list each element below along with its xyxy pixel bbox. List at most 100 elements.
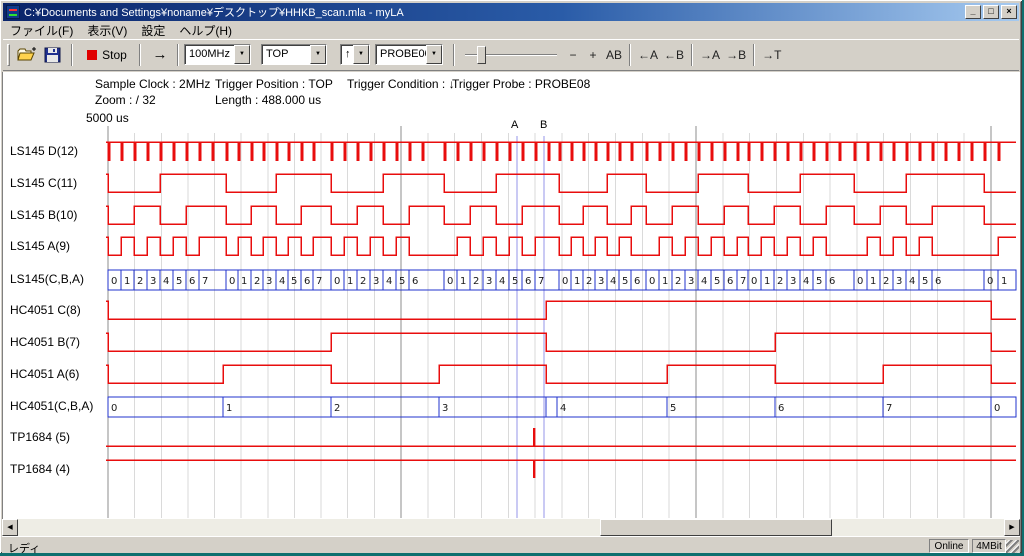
svg-text:3: 3 bbox=[486, 276, 492, 287]
svg-text:5: 5 bbox=[512, 276, 518, 287]
svg-text:7: 7 bbox=[538, 276, 544, 287]
trigger-position-select[interactable]: TOP ▼ bbox=[261, 44, 327, 65]
menu-item-3[interactable]: ヘルプ(H) bbox=[172, 21, 239, 40]
app-icon[interactable] bbox=[6, 5, 20, 19]
svg-text:3: 3 bbox=[442, 403, 448, 414]
svg-text:3: 3 bbox=[150, 276, 156, 287]
svg-text:4: 4 bbox=[701, 276, 707, 287]
chevron-down-icon[interactable]: ▼ bbox=[234, 45, 250, 64]
svg-text:5: 5 bbox=[922, 276, 928, 287]
menu-bar: ファイル(F)表示(V)設定ヘルプ(H) bbox=[3, 22, 1019, 39]
close-button[interactable]: × bbox=[1001, 5, 1017, 19]
zoom-slider bbox=[463, 44, 559, 66]
waveform-plot[interactable]: 0123456701234567012345601234567012345601… bbox=[3, 72, 1021, 519]
menu-item-2[interactable]: 設定 bbox=[134, 21, 172, 40]
zoom-control-+[interactable]: + bbox=[583, 44, 603, 66]
zoom-control-←B[interactable]: ←B bbox=[661, 44, 687, 66]
svg-text:4: 4 bbox=[163, 276, 169, 287]
svg-text:0: 0 bbox=[447, 276, 453, 287]
floppy-disk-icon bbox=[43, 47, 63, 63]
zoom-control-←A[interactable]: ←A bbox=[635, 44, 661, 66]
zoom-control-AB[interactable]: AB bbox=[603, 44, 625, 66]
window-title: C:¥Documents and Settings¥noname¥デスクトップ¥… bbox=[24, 4, 965, 20]
svg-text:4: 4 bbox=[386, 276, 392, 287]
right-arrow-icon: → bbox=[153, 46, 168, 63]
toolbar-separator bbox=[71, 44, 73, 66]
svg-text:1: 1 bbox=[241, 276, 247, 287]
svg-text:3: 3 bbox=[896, 276, 902, 287]
scroll-right-button[interactable]: ▶ bbox=[1004, 519, 1020, 536]
toolbar-grip[interactable] bbox=[7, 44, 10, 66]
svg-text:3: 3 bbox=[373, 276, 379, 287]
sample-rate-value: 100MHz bbox=[185, 45, 234, 64]
svg-text:6: 6 bbox=[304, 276, 310, 287]
svg-text:0: 0 bbox=[649, 276, 655, 287]
toolbar-separator bbox=[453, 44, 455, 66]
svg-text:1: 1 bbox=[226, 403, 232, 414]
svg-text:0: 0 bbox=[229, 276, 235, 287]
window-controls: _□× bbox=[965, 5, 1017, 19]
chevron-down-icon[interactable]: ▼ bbox=[353, 45, 369, 64]
open-file-button[interactable] bbox=[15, 43, 39, 66]
svg-text:2: 2 bbox=[675, 276, 681, 287]
svg-text:1: 1 bbox=[347, 276, 353, 287]
svg-text:3: 3 bbox=[266, 276, 272, 287]
svg-text:6: 6 bbox=[935, 276, 941, 287]
zoom-slider-thumb[interactable] bbox=[477, 46, 486, 64]
svg-text:5: 5 bbox=[291, 276, 297, 287]
zoom-control-→B[interactable]: →B bbox=[723, 44, 749, 66]
trigger-edge-select[interactable]: ↑ ▼ bbox=[340, 44, 370, 65]
status-online-badge: Online bbox=[929, 539, 969, 553]
zoom-button-group: −+AB ←A←B →A→B →T bbox=[563, 43, 784, 67]
svg-text:4: 4 bbox=[279, 276, 285, 287]
toolbar-separator bbox=[691, 44, 693, 66]
chevron-down-icon[interactable]: ▼ bbox=[310, 45, 326, 64]
svg-text:2: 2 bbox=[473, 276, 479, 287]
svg-text:7: 7 bbox=[740, 276, 746, 287]
svg-text:3: 3 bbox=[688, 276, 694, 287]
resize-grip-icon[interactable] bbox=[1006, 540, 1019, 553]
svg-text:6: 6 bbox=[778, 403, 784, 414]
svg-text:6: 6 bbox=[412, 276, 418, 287]
zoom-control-→A[interactable]: →A bbox=[697, 44, 723, 66]
chevron-down-icon[interactable]: ▼ bbox=[426, 45, 442, 64]
toolbar-separator bbox=[139, 44, 141, 66]
single-run-button[interactable]: → bbox=[145, 43, 175, 66]
trigger-position-value: TOP bbox=[262, 45, 310, 64]
svg-text:2: 2 bbox=[360, 276, 366, 287]
svg-text:5: 5 bbox=[816, 276, 822, 287]
svg-text:1: 1 bbox=[662, 276, 668, 287]
zoom-control-−[interactable]: − bbox=[563, 44, 583, 66]
svg-text:0: 0 bbox=[334, 276, 340, 287]
svg-text:6: 6 bbox=[189, 276, 195, 287]
svg-text:1: 1 bbox=[460, 276, 466, 287]
svg-text:1: 1 bbox=[870, 276, 876, 287]
probe-select[interactable]: PROBE00 ▼ bbox=[375, 44, 443, 65]
open-folder-icon bbox=[17, 47, 37, 63]
stop-button[interactable]: Stop bbox=[79, 43, 135, 66]
svg-text:2: 2 bbox=[883, 276, 889, 287]
save-button[interactable] bbox=[41, 43, 65, 66]
menu-item-1[interactable]: 表示(V) bbox=[80, 21, 134, 40]
app-window: C:¥Documents and Settings¥noname¥デスクトップ¥… bbox=[0, 0, 1022, 553]
status-memory-badge: 4MBit bbox=[972, 539, 1006, 553]
svg-text:2: 2 bbox=[777, 276, 783, 287]
svg-text:5: 5 bbox=[622, 276, 628, 287]
scroll-left-button[interactable]: ◀ bbox=[2, 519, 18, 536]
zoom-control-→T[interactable]: →T bbox=[759, 44, 784, 66]
toolbar: Stop → 100MHz ▼ TOP ▼ ↑ ▼ PROBE00 ▼ −+AB… bbox=[3, 39, 1019, 71]
scrollbar-thumb[interactable] bbox=[600, 519, 832, 536]
svg-text:0: 0 bbox=[111, 403, 117, 414]
svg-text:1: 1 bbox=[764, 276, 770, 287]
svg-text:0: 0 bbox=[562, 276, 568, 287]
sample-rate-select[interactable]: 100MHz ▼ bbox=[184, 44, 251, 65]
svg-text:2: 2 bbox=[586, 276, 592, 287]
svg-text:2: 2 bbox=[137, 276, 143, 287]
maximize-button[interactable]: □ bbox=[983, 5, 999, 19]
toolbar-separator bbox=[629, 44, 631, 66]
menu-item-0[interactable]: ファイル(F) bbox=[3, 21, 80, 40]
svg-text:4: 4 bbox=[610, 276, 616, 287]
minimize-button[interactable]: _ bbox=[965, 5, 981, 19]
probe-value: PROBE00 bbox=[376, 45, 426, 64]
svg-text:1: 1 bbox=[124, 276, 130, 287]
